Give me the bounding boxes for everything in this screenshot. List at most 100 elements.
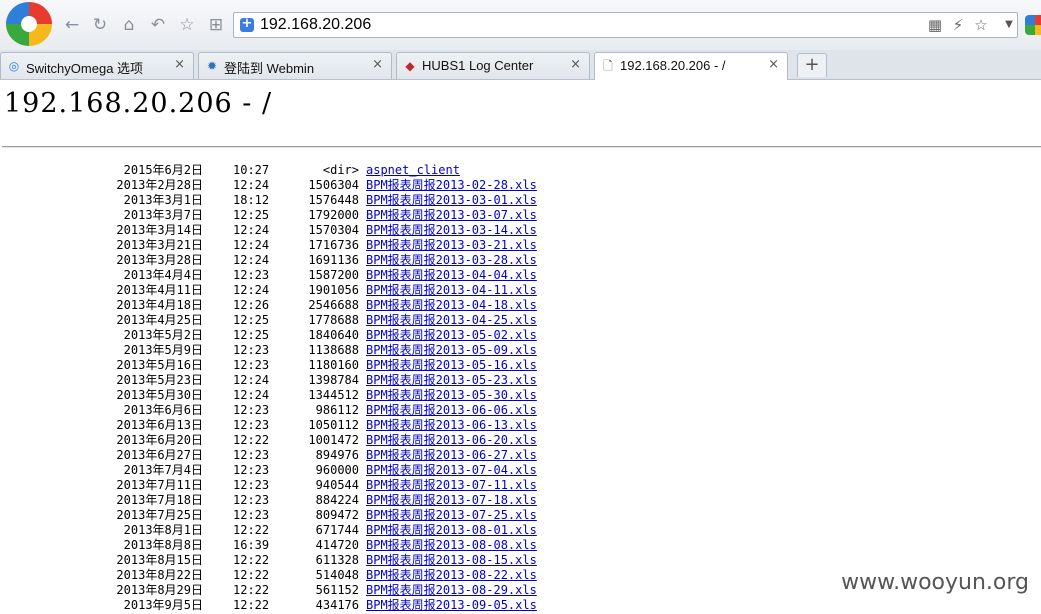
chevron-down-icon[interactable]: ▼ xyxy=(1000,13,1018,37)
refresh-icon[interactable]: ↻ xyxy=(90,15,110,35)
browser-logo-icon[interactable] xyxy=(6,2,52,46)
listing-row: 2013年7月18日 12:23 884224 BPM报表周报2013-07-18.x… xyxy=(0,493,1041,508)
file-link[interactable]: BPM报表周报2013-04-25.xls xyxy=(366,313,537,328)
listing-size: 884224 xyxy=(315,493,359,507)
listing-row: 2013年6月27日 12:23 894976 BPM报表周报2013-06-27.x… xyxy=(0,448,1041,463)
bookmark-star-icon[interactable]: ☆ xyxy=(972,16,990,34)
listing-time: 12:23 xyxy=(233,403,270,417)
file-link[interactable]: BPM报表周报2013-07-25.xls xyxy=(366,508,537,523)
qr-code-icon[interactable]: ▦ xyxy=(926,16,944,34)
listing-time: 12:23 xyxy=(233,508,270,522)
listing-date: 2013年2月28日 xyxy=(116,178,203,192)
file-link[interactable]: BPM报表周报2013-08-29.xls xyxy=(366,583,537,598)
listing-size: 1398784 xyxy=(308,373,359,387)
listing-row: 2013年3月21日 12:24 1716736 BPM报表周报2013-03-21.… xyxy=(0,238,1041,253)
listing-date: 2013年4月4日 xyxy=(123,268,203,282)
listing-size: 1587200 xyxy=(308,268,359,282)
file-link[interactable]: BPM报表周报2013-06-20.xls xyxy=(366,433,537,448)
file-link[interactable]: BPM报表周报2013-04-04.xls xyxy=(366,268,537,283)
listing-date: 2013年6月13日 xyxy=(116,418,203,432)
listing-row: 2013年5月2日 12:25 1840640 BPM报表周报2013-05-02.x… xyxy=(0,328,1041,343)
listing-date: 2013年8月8日 xyxy=(123,538,203,552)
file-link[interactable]: BPM报表周报2013-05-09.xls xyxy=(366,343,537,358)
close-icon[interactable]: × xyxy=(570,57,581,72)
file-link[interactable]: BPM报表周报2013-03-07.xls xyxy=(366,208,537,223)
listing-date: 2013年8月15日 xyxy=(116,553,203,567)
file-link[interactable]: BPM报表周报2013-06-06.xls xyxy=(366,403,537,418)
file-link[interactable]: BPM报表周报2013-08-15.xls xyxy=(366,553,537,568)
close-icon[interactable]: × xyxy=(174,57,185,72)
file-link[interactable]: BPM报表周报2013-08-01.xls xyxy=(366,523,537,538)
file-link[interactable]: BPM报表周报2013-03-14.xls xyxy=(366,223,537,238)
file-link[interactable]: BPM报表周报2013-04-11.xls xyxy=(366,283,537,298)
listing-time: 12:22 xyxy=(233,598,270,612)
address-bar[interactable]: 192.168.20.206 ▦ ⚡ ☆ xyxy=(233,12,1018,38)
listing-date: 2013年8月22日 xyxy=(116,568,203,582)
listing-time: 16:39 xyxy=(233,538,270,552)
file-link[interactable]: BPM报表周报2013-08-22.xls xyxy=(366,568,537,583)
file-link[interactable]: BPM报表周报2013-03-01.xls xyxy=(366,193,537,208)
listing-size: 1180160 xyxy=(308,358,359,372)
listing-size: 1691136 xyxy=(308,253,359,267)
favorite-star-icon[interactable]: ☆ xyxy=(177,15,197,35)
watermark: www.wooyun.org xyxy=(839,570,1031,595)
listing-size: 561152 xyxy=(315,583,359,597)
tab-directory-listing[interactable]: 🗋 192.168.20.206 - / × xyxy=(594,52,788,80)
tab-label: SwitchyOmega 选项 xyxy=(26,61,144,76)
listing-date: 2013年3月28日 xyxy=(116,253,203,267)
file-link[interactable]: BPM报表周报2013-05-16.xls xyxy=(366,358,537,373)
file-link[interactable]: BPM报表周报2013-06-13.xls xyxy=(366,418,537,433)
file-link[interactable]: BPM报表周报2013-07-04.xls xyxy=(366,463,537,478)
file-link[interactable]: BPM报表周报2013-05-02.xls xyxy=(366,328,537,343)
listing-time: 12:24 xyxy=(233,223,270,237)
file-link[interactable]: BPM报表周报2013-07-11.xls xyxy=(366,478,537,493)
listing-date: 2013年4月11日 xyxy=(116,283,203,297)
listing-time: 12:24 xyxy=(233,388,270,402)
file-link[interactable]: aspnet_client xyxy=(366,163,460,178)
listing-row: 2013年2月28日 12:24 1506304 BPM报表周报2013-02-28.… xyxy=(0,178,1041,193)
home-icon[interactable]: ⌂ xyxy=(119,15,139,35)
address-text[interactable]: 192.168.20.206 xyxy=(260,16,371,34)
listing-time: 12:22 xyxy=(233,553,270,567)
file-link[interactable]: BPM报表周报2013-04-18.xls xyxy=(366,298,537,313)
listing-time: 12:23 xyxy=(233,463,270,477)
back-icon[interactable]: ← xyxy=(62,15,82,35)
file-link[interactable]: BPM报表周报2013-06-27.xls xyxy=(366,448,537,463)
listing-time: 12:22 xyxy=(233,433,270,447)
listing-size: 1576448 xyxy=(308,193,359,207)
listing-date: 2013年5月16日 xyxy=(116,358,203,372)
file-link[interactable]: BPM报表周报2013-03-28.xls xyxy=(366,253,537,268)
file-link[interactable]: BPM报表周报2013-03-21.xls xyxy=(366,238,537,253)
listing-date: 2013年4月25日 xyxy=(116,313,203,327)
close-icon[interactable]: × xyxy=(768,57,779,72)
listing-date: 2013年3月7日 xyxy=(123,208,203,222)
file-link[interactable]: BPM报表周报2013-05-30.xls xyxy=(366,388,537,403)
file-link[interactable]: BPM报表周报2013-07-18.xls xyxy=(366,493,537,508)
file-link[interactable]: BPM报表周报2013-09-05.xls xyxy=(366,598,537,613)
tab-webmin[interactable]: ✹ 登陆到 Webmin × xyxy=(198,52,392,79)
file-link[interactable]: BPM报表周报2013-05-23.xls xyxy=(366,373,537,388)
listing-row: 2013年3月14日 12:24 1570304 BPM报表周报2013-03-14.… xyxy=(0,223,1041,238)
new-tab-button[interactable]: + xyxy=(797,53,827,77)
file-link[interactable]: BPM报表周报2013-08-08.xls xyxy=(366,538,537,553)
close-icon[interactable]: × xyxy=(372,57,383,72)
extension-icon[interactable] xyxy=(1025,15,1041,35)
listing-time: 12:26 xyxy=(233,298,270,312)
undo-icon[interactable]: ↶ xyxy=(148,15,168,35)
listing-size: 1050112 xyxy=(308,418,359,432)
directory-listing: 2015年6月2日 10:27 <dir> aspnet_client 2013年2月2… xyxy=(0,163,1041,613)
file-link[interactable]: BPM报表周报2013-02-28.xls xyxy=(366,178,537,193)
listing-time: 12:23 xyxy=(233,493,270,507)
listing-size: 809472 xyxy=(315,508,359,522)
listing-time: 12:25 xyxy=(233,313,270,327)
listing-size: 1778688 xyxy=(308,313,359,327)
lightning-icon[interactable]: ⚡ xyxy=(949,16,967,34)
listing-time: 10:27 xyxy=(233,163,270,177)
apps-grid-icon[interactable]: ⊞ xyxy=(206,15,226,35)
listing-size: 1570304 xyxy=(308,223,359,237)
tab-switchyomega[interactable]: ◎ SwitchyOmega 选项 × xyxy=(0,52,194,79)
listing-time: 12:24 xyxy=(233,253,270,267)
listing-date: 2013年7月4日 xyxy=(123,463,203,477)
tab-log-center[interactable]: ◆ HUBS1 Log Center × xyxy=(396,52,590,79)
listing-time: 12:24 xyxy=(233,178,270,192)
